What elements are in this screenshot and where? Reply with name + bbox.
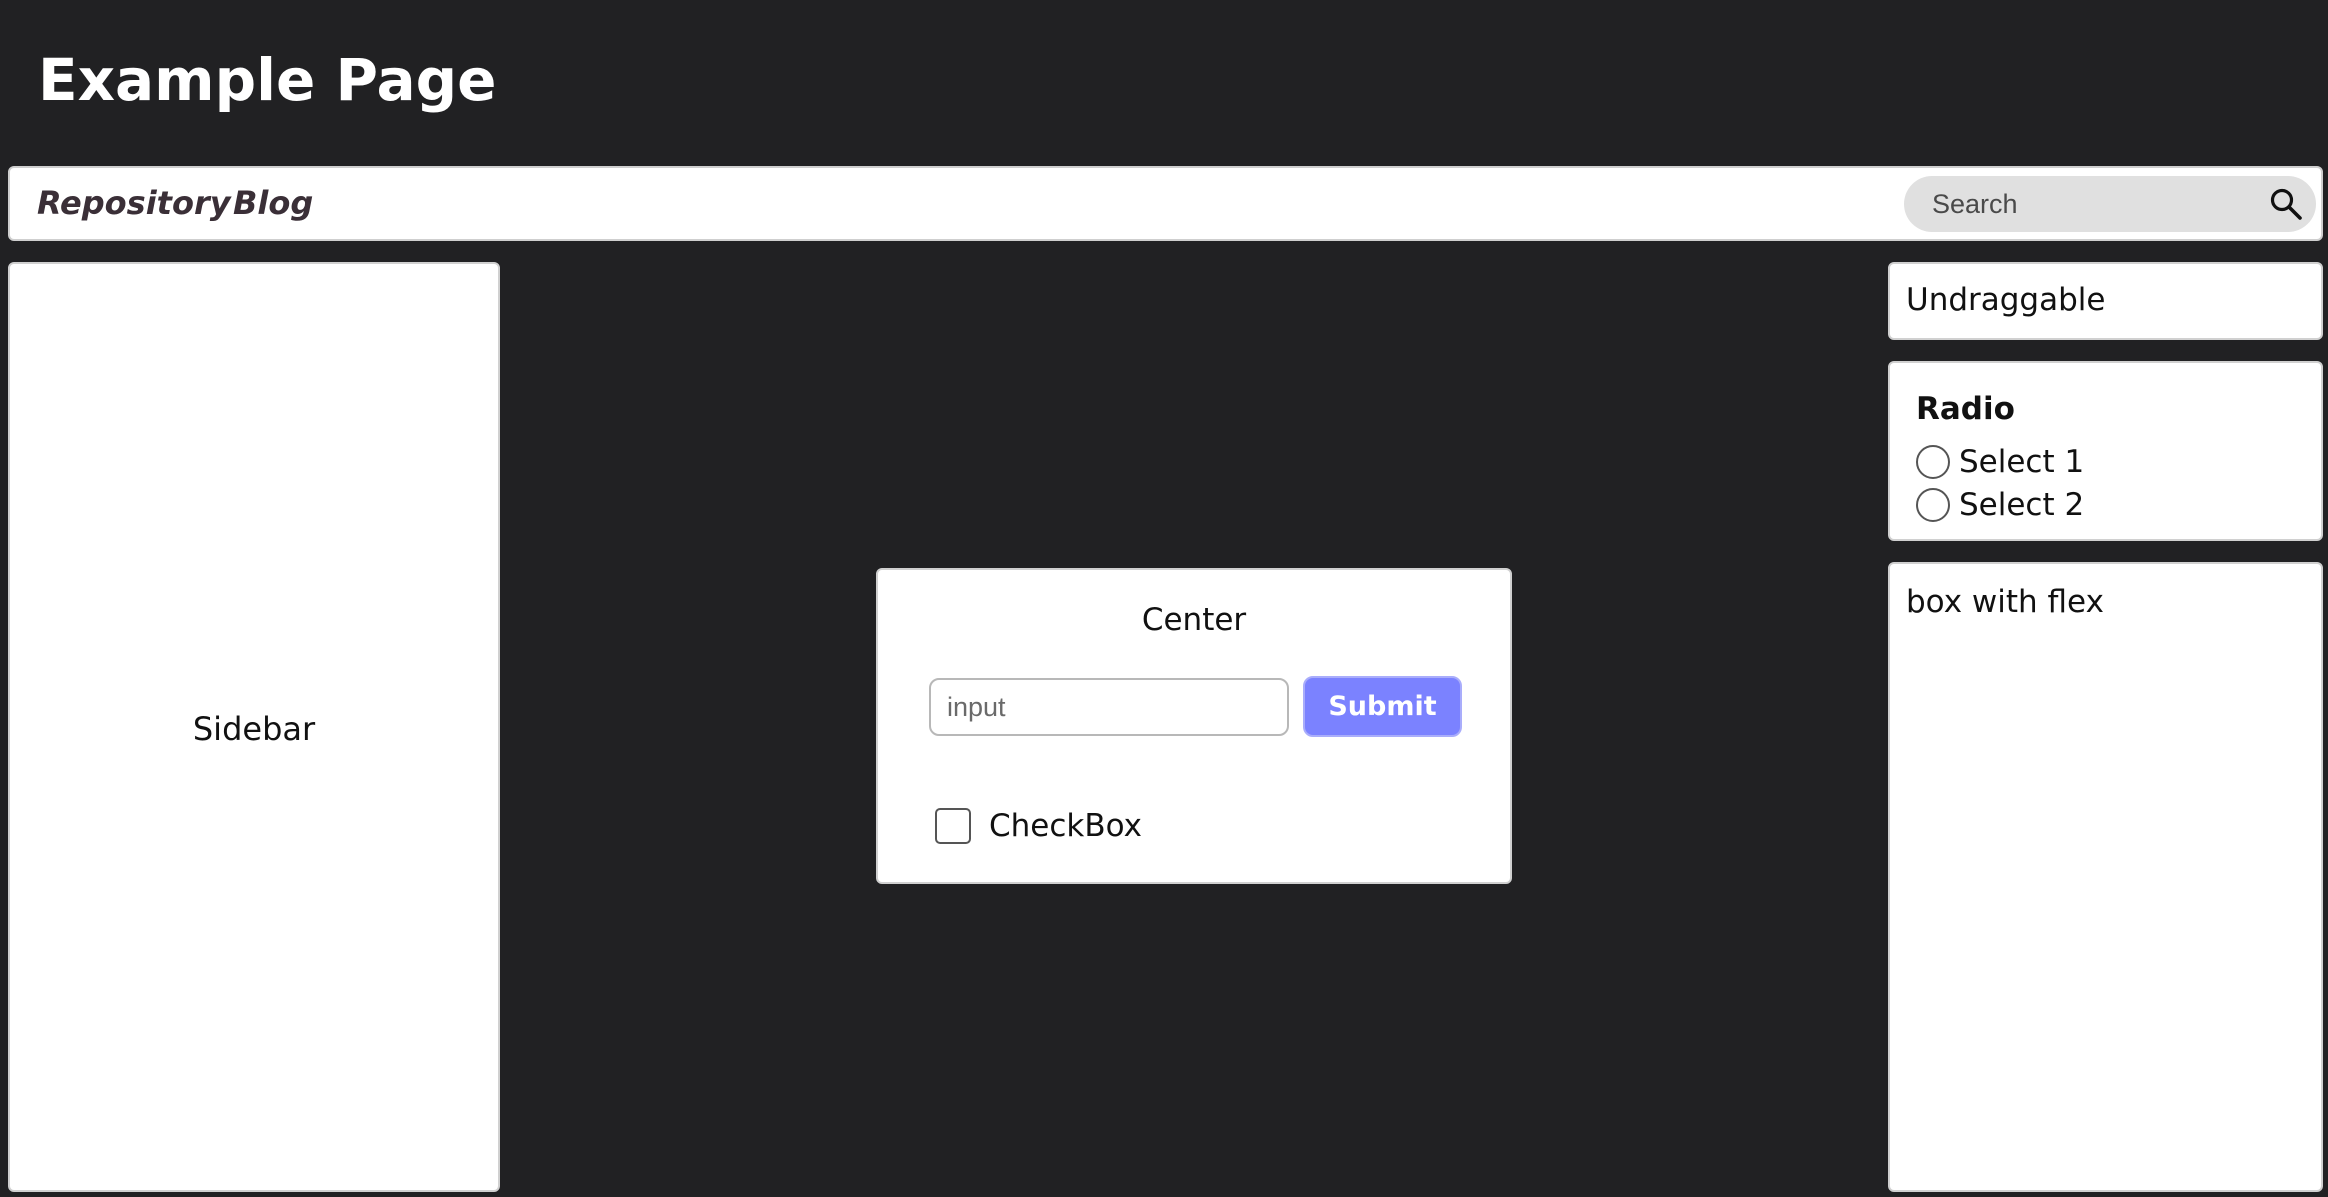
text-input[interactable] (929, 678, 1289, 736)
search-input[interactable] (1904, 176, 2264, 232)
sidebar-label: Sidebar (192, 710, 316, 748)
checkbox[interactable] (935, 808, 971, 844)
nav-link-repository[interactable]: Repository (37, 168, 231, 239)
search-box (1904, 176, 2316, 232)
undraggable-label: Undraggable (1906, 282, 2106, 318)
radio-button[interactable] (1916, 488, 1950, 522)
search-icon[interactable] (2268, 186, 2304, 222)
top-navbar: Repository Blog (8, 166, 2323, 241)
radio-button[interactable] (1916, 445, 1950, 479)
sidebar: Sidebar (8, 262, 500, 1192)
flex-box: box with flex (1888, 562, 2323, 1192)
radio-option-select-1[interactable]: Select 1 (1916, 443, 2084, 481)
checkbox-row[interactable]: CheckBox (935, 806, 1142, 846)
submit-button[interactable]: Submit (1303, 676, 1462, 737)
center-card: Center Submit CheckBox (876, 568, 1512, 884)
checkbox-label: CheckBox (989, 808, 1142, 844)
radio-option-select-2[interactable]: Select 2 (1916, 486, 2084, 524)
radio-label: Select 1 (1959, 444, 2085, 480)
page-title: Example Page (38, 46, 497, 114)
center-title: Center (1141, 602, 1247, 638)
flex-box-label: box with flex (1906, 584, 2104, 620)
radio-group-title: Radio (1916, 391, 2015, 427)
radio-label: Select 2 (1959, 487, 2085, 523)
nav-link-blog[interactable]: Blog (233, 168, 313, 239)
undraggable-box: Undraggable (1888, 262, 2323, 340)
radio-group: Radio Select 1 Select 2 (1888, 361, 2323, 541)
